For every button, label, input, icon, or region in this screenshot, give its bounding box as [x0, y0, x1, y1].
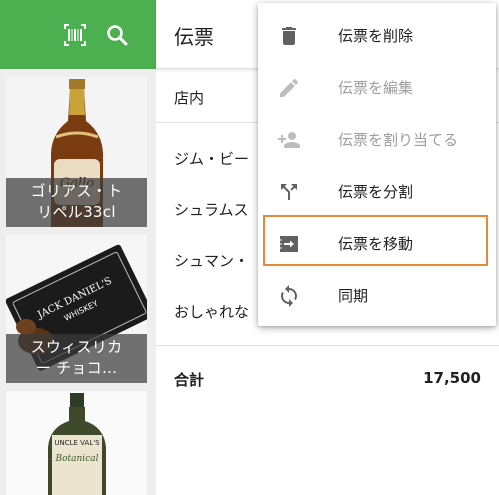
move-ticket-icon	[280, 236, 298, 252]
divider	[156, 345, 499, 346]
menu-item-sync[interactable]: 同期	[258, 270, 496, 322]
product-panel-header	[0, 0, 156, 69]
ticket-line-item[interactable]: シュラムス	[174, 199, 249, 220]
menu-item-edit-ticket[interactable]: 伝票を編集	[258, 62, 496, 114]
search-icon[interactable]	[104, 22, 130, 48]
product-panel: Gallo ゴリアス・ト リペル33cl JACK DANIEL'S WHISK…	[0, 0, 156, 495]
barcode-icon[interactable]	[62, 22, 88, 48]
trash-icon	[282, 27, 296, 45]
split-icon	[281, 184, 297, 200]
gin-bottle-image: UNCLE VAL'S Botanical	[48, 393, 106, 495]
menu-item-label: 伝票を編集	[338, 79, 414, 97]
menu-item-label: 伝票を削除	[338, 27, 414, 45]
menu-item-label: 伝票を分割	[338, 183, 414, 201]
ticket-title: 伝票	[174, 25, 214, 49]
ticket-line-item[interactable]: おしゃれな	[174, 301, 249, 322]
sync-icon	[281, 285, 297, 307]
svg-text:Botanical: Botanical	[55, 454, 99, 464]
product-tile[interactable]: Gallo ゴリアス・ト リペル33cl	[6, 77, 147, 227]
total-value: 17,500	[423, 369, 481, 387]
menu-item-label: 伝票を移動	[338, 235, 414, 253]
total-label: 合計	[174, 371, 205, 389]
menu-item-assign-ticket[interactable]: 伝票を割り当てる	[258, 114, 496, 166]
product-tile-label: スウィスリカ ー チョコ…	[6, 334, 147, 383]
menu-item-delete-ticket[interactable]: 伝票を削除	[258, 10, 496, 62]
svg-text:UNCLE VAL'S: UNCLE VAL'S	[54, 439, 100, 447]
ticket-overflow-menu: 伝票を削除 伝票を編集 伝票を割り当てる 伝票を分割 伝票を移動 同期	[258, 3, 496, 326]
order-type-selector[interactable]: 店内	[174, 87, 204, 108]
menu-item-split-ticket[interactable]: 伝票を分割	[258, 166, 496, 218]
menu-item-label: 同期	[338, 287, 369, 305]
assign-person-icon	[278, 132, 300, 148]
ticket-line-item[interactable]: ジム・ビー	[174, 148, 249, 169]
pencil-icon	[280, 78, 299, 97]
product-tile[interactable]: UNCLE VAL'S Botanical	[6, 391, 147, 495]
product-tile-label: ゴリアス・ト リペル33cl	[6, 178, 147, 227]
product-tile[interactable]: JACK DANIEL'S WHISKEY スウィスリカ ー チョコ…	[6, 235, 147, 383]
menu-item-move-ticket[interactable]: 伝票を移動	[258, 218, 496, 270]
menu-item-label: 伝票を割り当てる	[338, 131, 459, 149]
ticket-line-item[interactable]: シュマン・	[174, 250, 249, 271]
